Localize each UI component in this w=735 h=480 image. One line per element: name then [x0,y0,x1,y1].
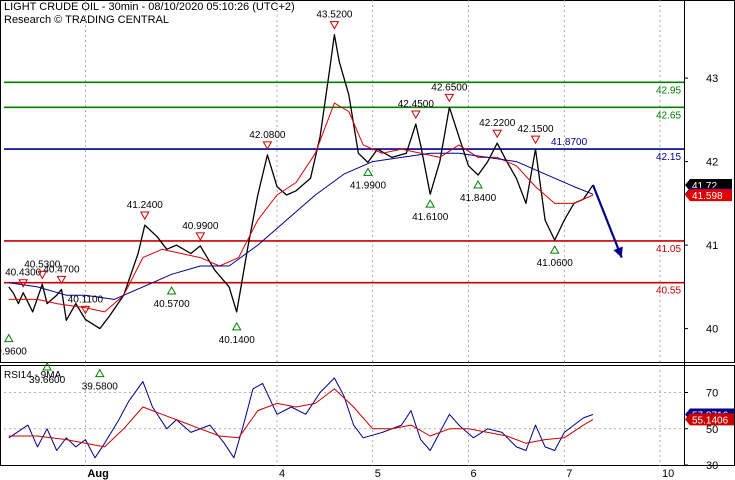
y-tick-label: 41 [706,240,718,252]
pivot-high-label: 40.9900 [182,221,219,232]
x-tick-label: 4 [279,468,285,480]
y-tick-label: 43 [706,73,718,85]
pivot-low-label: 39.5800 [82,382,119,393]
chart-stage: LIGHT CRUDE OIL - 30min - 08/10/2020 05:… [0,0,735,480]
rsi-last-value-label: 55.1406 [692,415,729,426]
level-label: 41.05 [656,244,681,255]
pivot-low-label: 41.0600 [537,258,574,269]
pivot-low-marker [473,179,483,189]
pivot-high-marker [444,93,455,103]
pivot-high-label: 42.0800 [249,130,286,141]
level-label: 42.95 [656,85,681,96]
pivot-high-label: 42.6500 [431,82,468,93]
pivot-low-marker [425,199,436,208]
pivot-high-label: 40.4700 [43,264,80,275]
x-tick-label: 6 [471,468,477,480]
pivot-low-marker [363,167,373,176]
level-label: 42.65 [656,110,681,121]
pivot-low-marker [549,245,560,254]
pivot-high-label: 40.1100 [68,294,104,305]
pivot-high-marker [195,232,206,241]
pivot-low-label: 41.6100 [412,212,449,223]
pivot-high-label: 42.2200 [479,118,516,129]
series-price [8,34,594,330]
pivot-low-marker [42,361,52,371]
pivot-high-label: 42.4500 [398,99,435,110]
pivot-high-marker [530,135,541,145]
x-tick-label: 7 [566,468,572,480]
y-tick-label: 42 [706,157,718,169]
pivot-low-label: 41.9900 [350,180,387,191]
x-tick-label: 5 [375,468,381,480]
pivot-high-marker [262,141,273,150]
last-value-label: 41.598 [692,191,723,202]
pivot-high-label: 42.1500 [517,124,554,135]
level-annotation: 41.8700 [551,137,588,148]
pivot-high-label: 43.5200 [316,10,353,21]
pivot-high-marker [492,129,503,139]
pivot-high-marker [410,110,421,120]
level-label: 40.55 [656,286,681,297]
rsi-tick-label: 30 [706,460,718,472]
pivot-low-label: 39.9600 [0,347,27,358]
pivot-low-marker [231,321,242,331]
pivot-low-label: 41.8400 [460,193,497,204]
forecast-arrow-shaft [591,184,623,259]
level-label: 42.15 [656,152,681,163]
pivot-low-marker [3,333,14,343]
pivot-high-label: 41.2400 [127,200,164,211]
pivot-low-label: 40.5700 [154,299,191,310]
pivot-low-marker [94,368,105,378]
pivot-high-marker [139,211,150,221]
y-tick-label: 40 [706,324,718,336]
rsi-title: RSI14 - 9MA [4,370,62,381]
pivot-low-label: 40.1400 [219,335,256,346]
pivot-low-marker [166,285,177,295]
x-tick-label: Aug [87,468,108,480]
price-chart: Aug 4 5 6 7 10 40 41 42 43 42.95 42.65 42.15 41.05 40.… [0,0,735,480]
series-rsi_ma [8,388,594,448]
rsi-panel-frame [0,365,735,466]
pivot-high-marker [329,21,340,30]
rsi-tick-label: 70 [706,388,718,400]
x-tick-label: 10 [662,468,674,480]
